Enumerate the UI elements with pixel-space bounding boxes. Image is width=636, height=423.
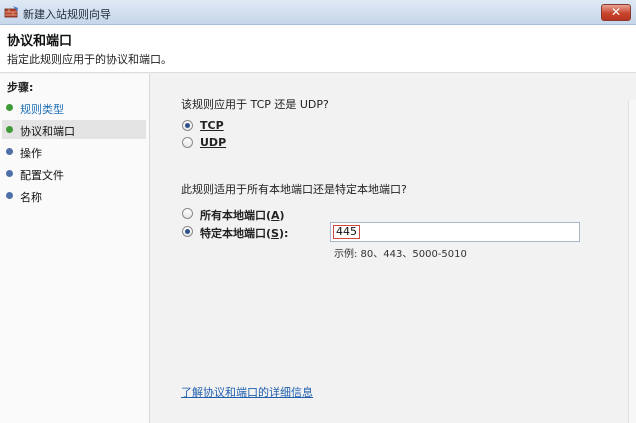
step-completed-dot-icon	[6, 104, 13, 111]
specific-ports-input[interactable]: 445	[330, 222, 580, 242]
radio-button-checked-icon[interactable]	[182, 226, 193, 237]
tcp-label: TCP	[200, 119, 224, 132]
tcp-radio-option[interactable]: TCP	[182, 118, 242, 134]
step-name[interactable]: 名称	[2, 186, 146, 205]
step-label: 操作	[20, 147, 42, 160]
page-title: 协议和端口	[7, 34, 73, 49]
step-pending-dot-icon	[6, 148, 13, 155]
close-icon: ✕	[610, 5, 622, 19]
ports-question: 此规则适用于所有本地端口还是特定本地端口?	[181, 183, 407, 196]
step-label: 协议和端口	[20, 125, 75, 138]
page-description: 指定此规则应用于的协议和端口。	[7, 53, 172, 66]
specific-ports-label: 特定本地端口(S):	[200, 227, 289, 240]
step-rule-type[interactable]: 规则类型	[2, 98, 146, 117]
close-button[interactable]: ✕	[601, 4, 631, 21]
firewall-wizard-icon	[4, 5, 19, 18]
all-ports-label: 所有本地端口(A)	[200, 209, 285, 222]
page-header: 协议和端口 指定此规则应用于的协议和端口。	[0, 25, 636, 73]
window-title: 新建入站规则向导	[23, 8, 111, 21]
step-label: 名称	[20, 191, 42, 204]
steps-title: 步骤:	[7, 81, 34, 94]
learn-more-link[interactable]: 了解协议和端口的详细信息	[181, 384, 313, 400]
port-value[interactable]: 445	[333, 225, 360, 239]
radio-button-checked-icon[interactable]	[182, 120, 193, 131]
all-ports-radio-option[interactable]: 所有本地端口(A)	[182, 206, 322, 222]
protocol-question: 该规则应用于 TCP 还是 UDP?	[181, 98, 329, 111]
udp-radio-option[interactable]: UDP	[182, 135, 242, 151]
step-protocol-ports[interactable]: 协议和端口	[2, 120, 146, 139]
port-example-hint: 示例: 80、443、5000-5010	[334, 249, 467, 260]
radio-button-icon[interactable]	[182, 137, 193, 148]
title-bar: 新建入站规则向导 ✕	[0, 0, 636, 25]
udp-label: UDP	[200, 136, 227, 149]
step-current-dot-icon	[6, 126, 13, 133]
step-pending-dot-icon	[6, 192, 13, 199]
step-pending-dot-icon	[6, 170, 13, 177]
step-label: 配置文件	[20, 169, 64, 182]
specific-ports-radio-option[interactable]: 特定本地端口(S):	[182, 224, 322, 240]
step-profile[interactable]: 配置文件	[2, 164, 146, 183]
step-label: 规则类型	[20, 103, 64, 116]
radio-button-icon[interactable]	[182, 208, 193, 219]
steps-sidebar: 步骤: 规则类型 协议和端口 操作 配置文件 名称	[0, 74, 150, 423]
main-panel: 该规则应用于 TCP 还是 UDP? TCP UDP 此规则适用于所有本地端口还…	[151, 74, 636, 423]
step-action[interactable]: 操作	[2, 142, 146, 161]
right-edge-panel	[628, 100, 636, 423]
